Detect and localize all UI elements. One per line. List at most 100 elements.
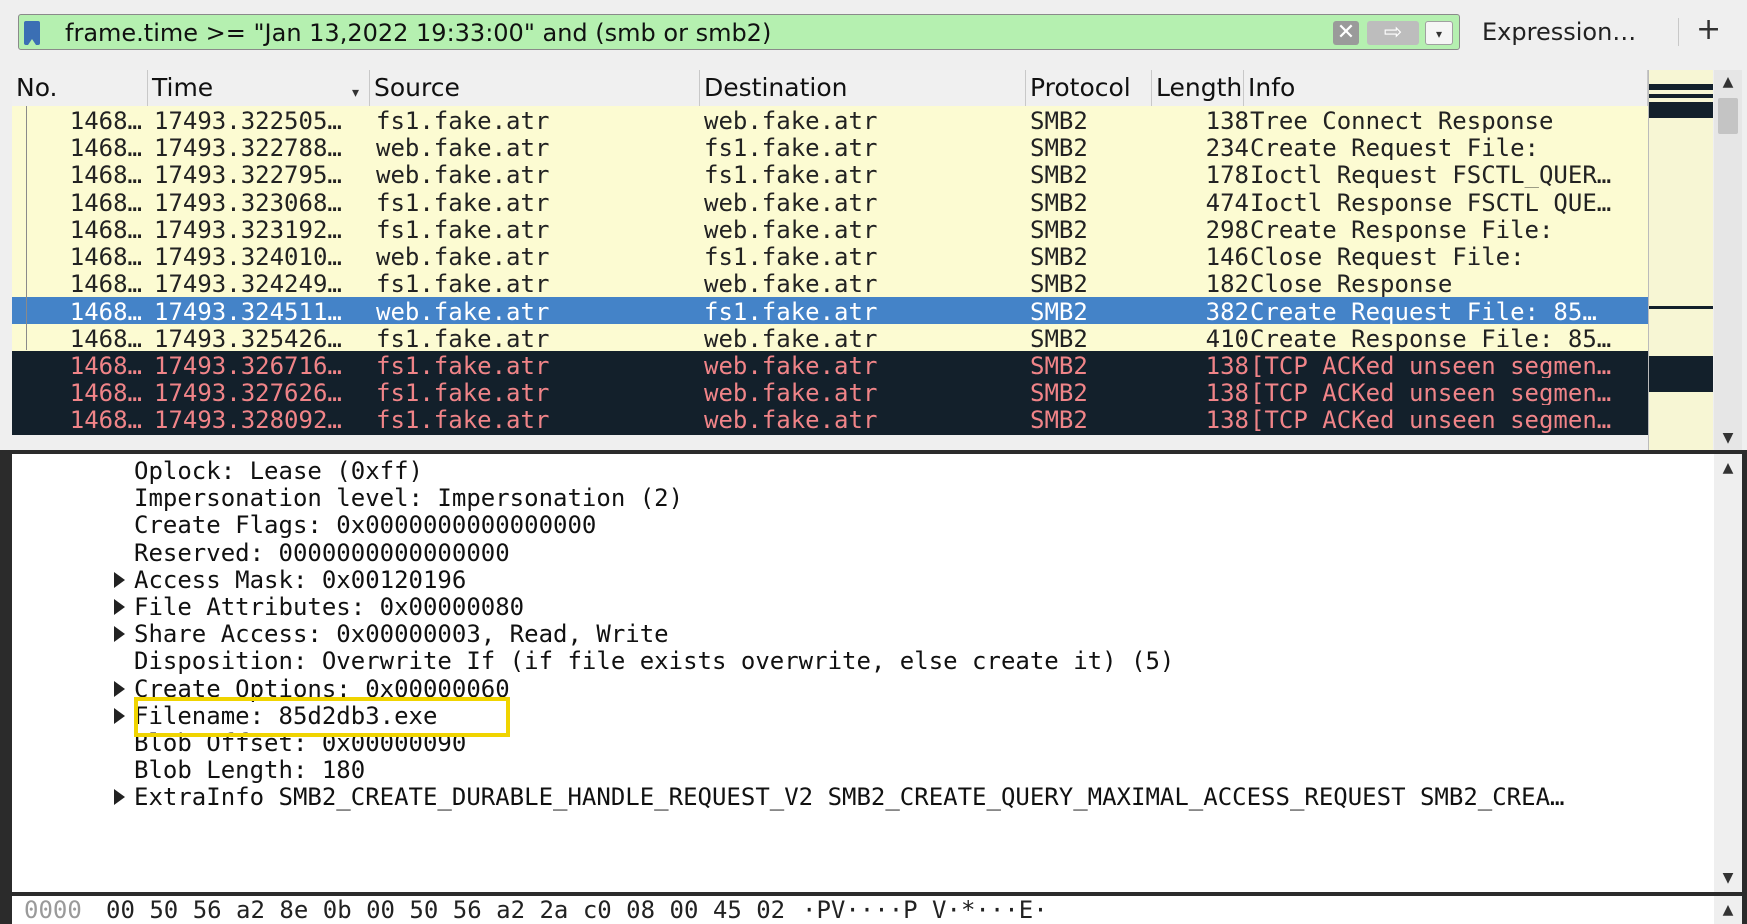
packet-protocol: SMB2 xyxy=(1030,215,1088,244)
packet-info: Tree Connect Response xyxy=(1250,107,1554,135)
scroll-down-icon[interactable]: ▼ xyxy=(1714,866,1742,890)
packet-row[interactable]: 1468… 17493.324249… fs1.fake.atr web.fake.a… xyxy=(12,269,1648,300)
packet-destination: web.fake.atr xyxy=(704,107,878,135)
packet-row[interactable]: 1468… 17493.324010… web.fake.atr fs1.fake.a… xyxy=(12,242,1648,272)
expand-arrow-icon[interactable] xyxy=(114,680,125,697)
packet-source: fs1.fake.atr xyxy=(376,107,550,135)
expand-arrow-icon[interactable] xyxy=(114,626,125,643)
column-header-length[interactable]: Length xyxy=(1152,70,1244,106)
column-header-source[interactable]: Source xyxy=(370,70,700,106)
packet-info: [TCP ACKed unseen segmen… xyxy=(1250,351,1612,380)
packet-protocol: SMB2 xyxy=(1030,134,1088,163)
packet-length: 410 xyxy=(1205,324,1249,353)
packet-number: 1468… xyxy=(69,107,142,135)
packet-info: Create Response File: 85… xyxy=(1250,324,1612,353)
toolbar-divider xyxy=(1678,18,1679,46)
packet-length: 138 xyxy=(1205,379,1249,407)
column-header-protocol[interactable]: Protocol xyxy=(1026,70,1152,106)
packet-info: [TCP ACKed unseen segmen… xyxy=(1250,379,1612,407)
packet-protocol: SMB2 xyxy=(1030,161,1088,190)
detail-field[interactable]: Blob Length: 180 xyxy=(134,755,365,785)
sort-descending-icon: ▾ xyxy=(352,85,360,101)
packet-info: Ioctl Response FSCTL_QUE… xyxy=(1250,188,1612,217)
packet-source: fs1.fake.atr xyxy=(376,351,550,380)
packet-time: 17493.322788… xyxy=(154,134,342,163)
detail-field[interactable]: File Attributes: 0x00000080 xyxy=(134,592,524,622)
packet-length: 138 xyxy=(1205,107,1249,135)
display-filter-input[interactable]: frame.time >= "Jan 13,2022 19:33:00" and… xyxy=(18,14,1460,50)
packet-number: 1468… xyxy=(69,351,142,380)
packet-destination: fs1.fake.atr xyxy=(704,161,878,190)
packet-row[interactable]: 1468… 17493.328092… fs1.fake.atr web.fake.a… xyxy=(12,405,1648,436)
scroll-up-icon[interactable]: ▲ xyxy=(1714,456,1742,480)
packet-info: [TCP ACKed unseen segmen… xyxy=(1250,406,1612,435)
packet-length: 178 xyxy=(1205,161,1249,190)
scroll-up-icon[interactable]: ▲ xyxy=(1714,70,1742,94)
column-header-time[interactable]: Time xyxy=(148,70,370,106)
expand-arrow-icon[interactable] xyxy=(114,707,125,724)
packet-info: Close Response xyxy=(1250,270,1453,299)
details-scrollbar[interactable]: ▲ ▼ xyxy=(1714,454,1742,892)
display-filter-text[interactable]: frame.time >= "Jan 13,2022 19:33:00" and… xyxy=(65,19,771,47)
byte-ascii[interactable]: ·PV····P V·*···E· xyxy=(802,896,1048,924)
packet-length: 138 xyxy=(1205,351,1249,380)
packet-row[interactable]: 1468… 17493.324511… web.fake.atr fs1.fake.a… xyxy=(12,297,1648,326)
scroll-down-icon[interactable]: ▼ xyxy=(1714,426,1742,450)
packet-row[interactable]: 1468… 17493.322505… fs1.fake.atr web.fake.a… xyxy=(12,106,1648,136)
add-filter-button[interactable]: + xyxy=(1696,12,1721,47)
expand-arrow-icon[interactable] xyxy=(114,571,125,588)
packet-destination: web.fake.atr xyxy=(704,188,878,217)
column-header-info[interactable]: Info xyxy=(1244,70,1648,106)
packet-row[interactable]: 1468… 17493.322795… web.fake.atr fs1.fake.a… xyxy=(12,160,1648,191)
expand-arrow-icon[interactable] xyxy=(114,789,125,806)
byte-hex[interactable]: 00 50 56 a2 8e 0b 00 50 56 a2 2a c0 08 0… xyxy=(106,896,785,924)
packet-number: 1468… xyxy=(69,406,142,435)
column-header-destination[interactable]: Destination xyxy=(700,70,1026,106)
packet-rows: 1468… 17493.322505… fs1.fake.atr web.fake.a… xyxy=(12,106,1648,450)
filename-highlight-box xyxy=(134,696,510,737)
packet-source: fs1.fake.atr xyxy=(376,188,550,217)
bytes-scrollbar[interactable]: ▲ xyxy=(1714,896,1742,924)
detail-field[interactable]: Oplock: Lease (0xff) xyxy=(134,456,423,486)
packet-row[interactable]: 1468… 17493.323192… fs1.fake.atr web.fake.a… xyxy=(12,214,1648,245)
column-header-no[interactable]: No. xyxy=(12,70,148,106)
display-filter-toolbar: frame.time >= "Jan 13,2022 19:33:00" and… xyxy=(0,0,1747,66)
packet-list-scrollbar[interactable]: ▲ ▼ xyxy=(1714,70,1742,450)
detail-field[interactable]: Share Access: 0x00000003, Read, Write xyxy=(134,619,669,649)
detail-field[interactable]: Impersonation level: Impersonation (2) xyxy=(134,483,683,513)
scroll-up-icon[interactable]: ▲ xyxy=(1714,898,1742,922)
packet-length: 138 xyxy=(1205,406,1249,435)
packet-row[interactable]: 1468… 17493.326716… fs1.fake.atr web.fake.a… xyxy=(12,350,1648,381)
packet-destination: web.fake.atr xyxy=(704,379,878,407)
expand-arrow-icon[interactable] xyxy=(114,599,125,615)
filter-history-dropdown-icon[interactable]: ▾ xyxy=(1425,21,1453,45)
packet-row[interactable]: 1468… 17493.323068… fs1.fake.atr web.fake.a… xyxy=(12,187,1648,218)
packet-source: web.fake.atr xyxy=(376,243,550,271)
packet-time: 17493.322505… xyxy=(154,107,342,135)
packet-destination: web.fake.atr xyxy=(704,324,878,353)
detail-field[interactable]: ExtraInfo SMB2_CREATE_DURABLE_HANDLE_REQ… xyxy=(134,782,1564,812)
apply-filter-arrow-icon[interactable]: ⇨ xyxy=(1367,21,1419,45)
packet-source: web.fake.atr xyxy=(376,134,550,163)
packet-row[interactable]: 1468… 17493.325426… fs1.fake.atr web.fake.a… xyxy=(12,323,1648,354)
detail-field[interactable]: Create Flags: 0x0000000000000000 xyxy=(134,510,596,540)
packet-protocol: SMB2 xyxy=(1030,406,1088,435)
packet-number: 1468… xyxy=(69,215,142,244)
scroll-thumb[interactable] xyxy=(1718,98,1738,134)
packet-minimap[interactable] xyxy=(1648,70,1713,450)
packet-protocol: SMB2 xyxy=(1030,107,1088,135)
expression-button[interactable]: Expression… xyxy=(1482,18,1636,46)
packet-length: 182 xyxy=(1205,270,1249,299)
clear-filter-icon[interactable]: ✕ xyxy=(1333,21,1359,45)
detail-field[interactable]: Reserved: 0000000000000000 xyxy=(134,538,510,568)
packet-bytes-pane: 0000 00 50 56 a2 8e 0b 00 50 56 a2 2a c0… xyxy=(12,896,1714,924)
filter-bookmark-icon[interactable] xyxy=(24,21,40,45)
detail-field[interactable]: Disposition: Overwrite If (if file exist… xyxy=(134,646,1174,676)
packet-row[interactable]: 1468… 17493.322788… web.fake.atr fs1.fake.a… xyxy=(12,133,1648,164)
packet-row[interactable]: 1468… 17493.327626… fs1.fake.atr web.fake.a… xyxy=(12,378,1648,408)
packet-length: 146 xyxy=(1205,243,1249,271)
detail-field[interactable]: Access Mask: 0x00120196 xyxy=(134,565,466,595)
packet-time: 17493.323192… xyxy=(154,215,342,244)
packet-source: fs1.fake.atr xyxy=(376,324,550,353)
packet-source: fs1.fake.atr xyxy=(376,406,550,435)
